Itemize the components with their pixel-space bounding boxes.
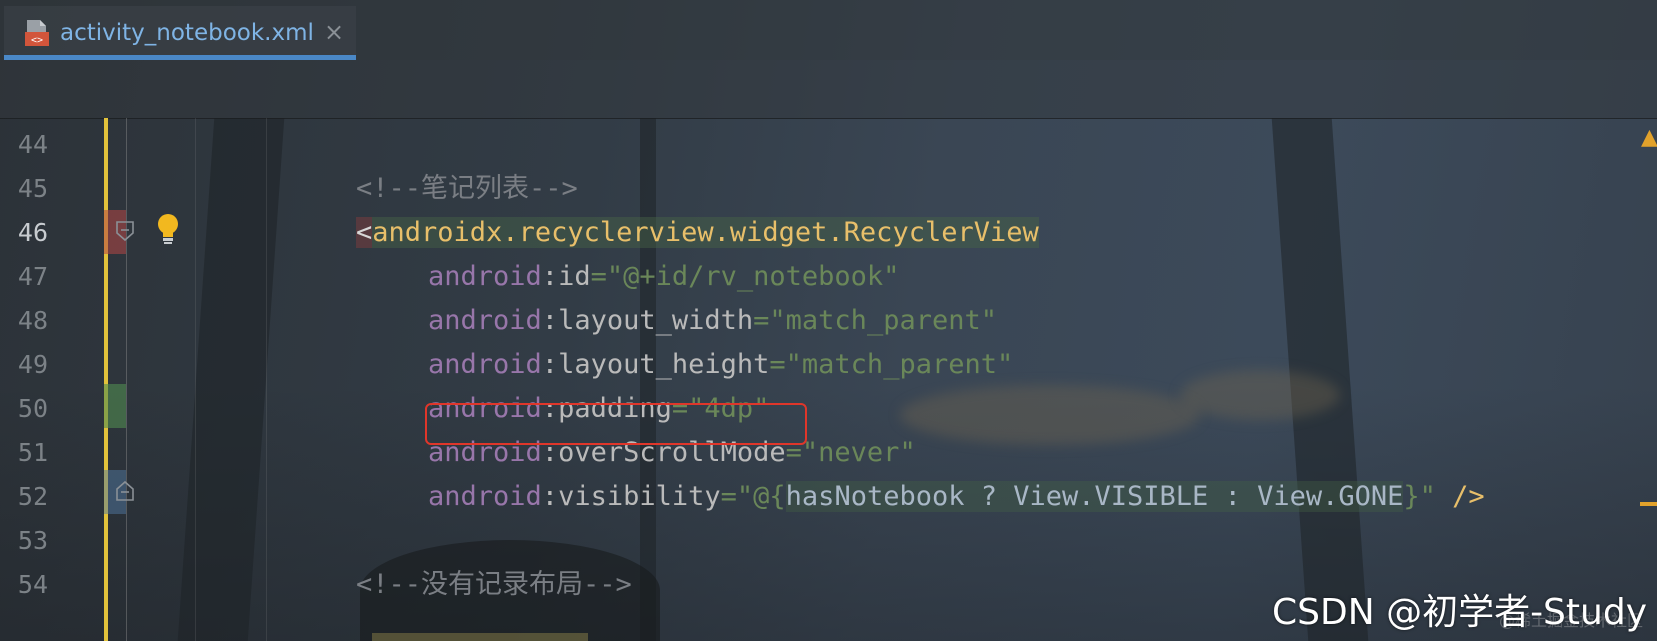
attr-equals: =: [720, 481, 737, 512]
attr-namespace: android: [428, 261, 542, 292]
close-icon[interactable]: ×: [324, 18, 344, 46]
line-number: 47: [17, 262, 48, 291]
code-line: 45 <!--笔记列表-->: [0, 166, 1657, 212]
line-number: 46: [17, 218, 48, 247]
attr-value: "@+id/rv_notebook": [606, 261, 900, 292]
code-editor[interactable]: 44 45 <!--笔记列表--> 46 <androidx.recyclerv…: [0, 118, 1657, 641]
attr-equals: =: [590, 261, 607, 292]
code-text: android:layout_height="match_parent": [428, 342, 1013, 388]
attr-value-close: }": [1403, 481, 1436, 512]
line-number: 50: [17, 394, 48, 423]
code-line: 44: [0, 122, 1657, 168]
line-number: 53: [17, 526, 48, 555]
code-text: android:visibility="@{hasNotebook ? View…: [428, 474, 1485, 520]
code-line: 49 android:layout_height="match_parent": [0, 342, 1657, 388]
attr-colon: :: [541, 261, 559, 292]
editor-breadcrumb-strip: [0, 60, 1657, 119]
attr-name: visibility: [558, 481, 721, 512]
scrollbar-warning-marker[interactable]: [1640, 502, 1657, 506]
attr-value: "match_parent": [785, 349, 1014, 380]
warning-icon[interactable]: ▲: [1641, 125, 1657, 150]
attr-equals: =: [769, 349, 786, 380]
attr-colon: :: [541, 481, 559, 512]
attr-namespace: android: [428, 349, 542, 380]
code-text: android:id="@+id/rv_notebook": [428, 254, 899, 300]
code-line: 51 android:overScrollMode="never": [0, 430, 1657, 476]
binding-expression: hasNotebook ? View.VISIBLE : View.GONE: [785, 481, 1404, 512]
line-number: 49: [17, 350, 48, 379]
code-text: <androidx.recyclerview.widget.RecyclerVi…: [356, 210, 1039, 256]
code-line: 53: [0, 518, 1657, 564]
code-text: android:layout_width="match_parent": [428, 298, 997, 344]
highlight-annotation-box: [425, 403, 807, 445]
attr-namespace: android: [428, 481, 542, 512]
svg-text:<>: <>: [31, 35, 43, 46]
code-line: 50 android:padding="4dp": [0, 386, 1657, 432]
code-line: 48 android:layout_width="match_parent": [0, 298, 1657, 344]
line-number: 54: [17, 570, 48, 599]
xml-comment: <!--没有记录布局-->: [356, 569, 632, 600]
watermark: CSDN @初学者-Study: [1271, 592, 1647, 633]
attr-value: "match_parent": [769, 305, 997, 336]
code-line: 46 <androidx.recyclerview.widget.Recycle…: [0, 210, 1657, 256]
attr-colon: :: [541, 349, 559, 380]
attr-value: "never": [801, 437, 916, 468]
tab-activity-notebook[interactable]: <> activity_notebook.xml ×: [4, 6, 356, 60]
attr-name: layout_height: [558, 349, 770, 380]
selection-highlight: [372, 633, 588, 641]
line-number: 45: [17, 174, 48, 203]
line-number: 52: [17, 482, 48, 511]
attr-equals: =: [753, 305, 770, 336]
tag-open-bracket: <: [356, 217, 373, 248]
tag-name: androidx.recyclerview.widget.RecyclerVie…: [372, 217, 1039, 248]
attr-namespace: android: [428, 305, 542, 336]
line-number: 44: [17, 130, 48, 159]
attr-name: layout_width: [558, 305, 754, 336]
xml-comment: <!--笔记列表-->: [356, 173, 578, 204]
line-number: 48: [17, 306, 48, 335]
attr-value-open: "@{: [736, 481, 786, 512]
code-line: 47 android:id="@+id/rv_notebook": [0, 254, 1657, 300]
attr-colon: :: [541, 305, 559, 336]
code-line: 52 android:visibility="@{hasNotebook ? V…: [0, 474, 1657, 520]
tag-self-close: />: [1435, 481, 1485, 512]
editor-tab-bar: <> activity_notebook.xml ×: [0, 0, 1657, 60]
tab-file-name: activity_notebook.xml: [60, 20, 314, 46]
attr-name: id: [558, 261, 591, 292]
line-number: 51: [17, 438, 48, 467]
xml-file-icon: <>: [25, 20, 49, 46]
